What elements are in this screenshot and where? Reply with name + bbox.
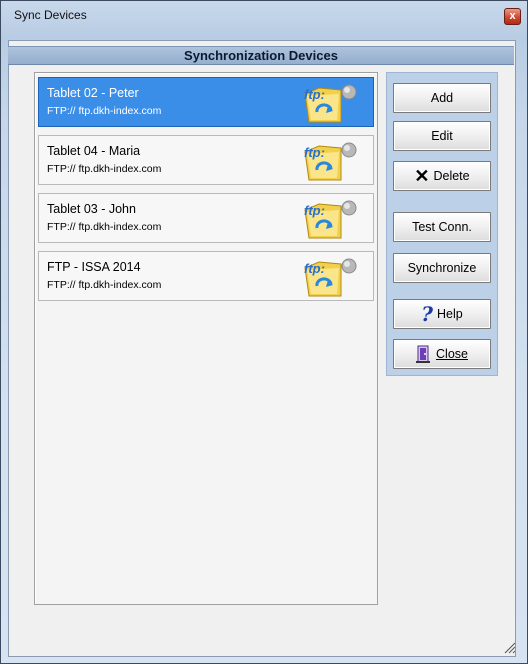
ftp-folder-sync-icon: ftp: [304, 258, 357, 297]
exit-door-icon [416, 345, 431, 363]
device-list-item[interactable]: Tablet 02 - Peter FTP:// ftp.dkh-index.c… [38, 77, 374, 127]
device-name: Tablet 04 - Maria [47, 144, 141, 158]
section-header: Synchronization Devices [8, 46, 514, 65]
close-button-label: Close [436, 347, 468, 361]
edit-button[interactable]: Edit [393, 121, 491, 151]
button-panel: Add Edit ✕ Delete Test Conn. Synchronize… [386, 72, 498, 376]
delete-button[interactable]: ✕ Delete [393, 161, 491, 191]
device-url: FTP:// ftp.dkh-index.com [47, 221, 162, 233]
synchronize-button[interactable]: Synchronize [393, 253, 491, 283]
svg-text:ftp:: ftp: [304, 203, 325, 218]
device-list-item[interactable]: Tablet 04 - Maria FTP:// ftp.dkh-index.c… [38, 135, 374, 185]
svg-text:ftp:: ftp: [304, 261, 325, 276]
device-name: Tablet 02 - Peter [47, 86, 139, 100]
ftp-folder-sync-icon: ftp: [304, 84, 357, 123]
title-bar[interactable]: Sync Devices x [1, 1, 527, 29]
device-url: FTP:// ftp.dkh-index.com [47, 279, 162, 291]
device-list-item[interactable]: FTP - ISSA 2014 FTP:// ftp.dkh-index.com… [38, 251, 374, 301]
help-button[interactable]: ? Help [393, 299, 491, 329]
window-title: Sync Devices [14, 8, 87, 22]
delete-button-label: Delete [433, 169, 470, 183]
resize-grip-icon[interactable] [502, 640, 516, 654]
device-name: Tablet 03 - John [47, 202, 136, 216]
test-button-label: Test Conn. [412, 220, 472, 234]
svg-text:ftp:: ftp: [304, 145, 325, 160]
device-url: FTP:// ftp.dkh-index.com [47, 105, 162, 117]
window-close-button[interactable]: x [504, 8, 521, 25]
help-question-icon: ? [421, 302, 433, 326]
device-list-item[interactable]: Tablet 03 - John FTP:// ftp.dkh-index.co… [38, 193, 374, 243]
help-button-label: Help [437, 307, 463, 321]
add-button[interactable]: Add [393, 83, 491, 113]
device-name: FTP - ISSA 2014 [47, 260, 141, 274]
svg-text:ftp:: ftp: [304, 87, 325, 102]
device-list[interactable]: Tablet 02 - Peter FTP:// ftp.dkh-index.c… [34, 72, 378, 605]
edit-button-label: Edit [431, 129, 453, 143]
close-button[interactable]: Close [393, 339, 491, 369]
delete-x-icon: ✕ [414, 166, 430, 186]
test-connection-button[interactable]: Test Conn. [393, 212, 491, 242]
ftp-folder-sync-icon: ftp: [304, 142, 357, 181]
synchronize-button-label: Synchronize [407, 261, 477, 275]
ftp-folder-sync-icon: ftp: [304, 200, 357, 239]
device-url: FTP:// ftp.dkh-index.com [47, 163, 162, 175]
add-button-label: Add [430, 91, 454, 105]
